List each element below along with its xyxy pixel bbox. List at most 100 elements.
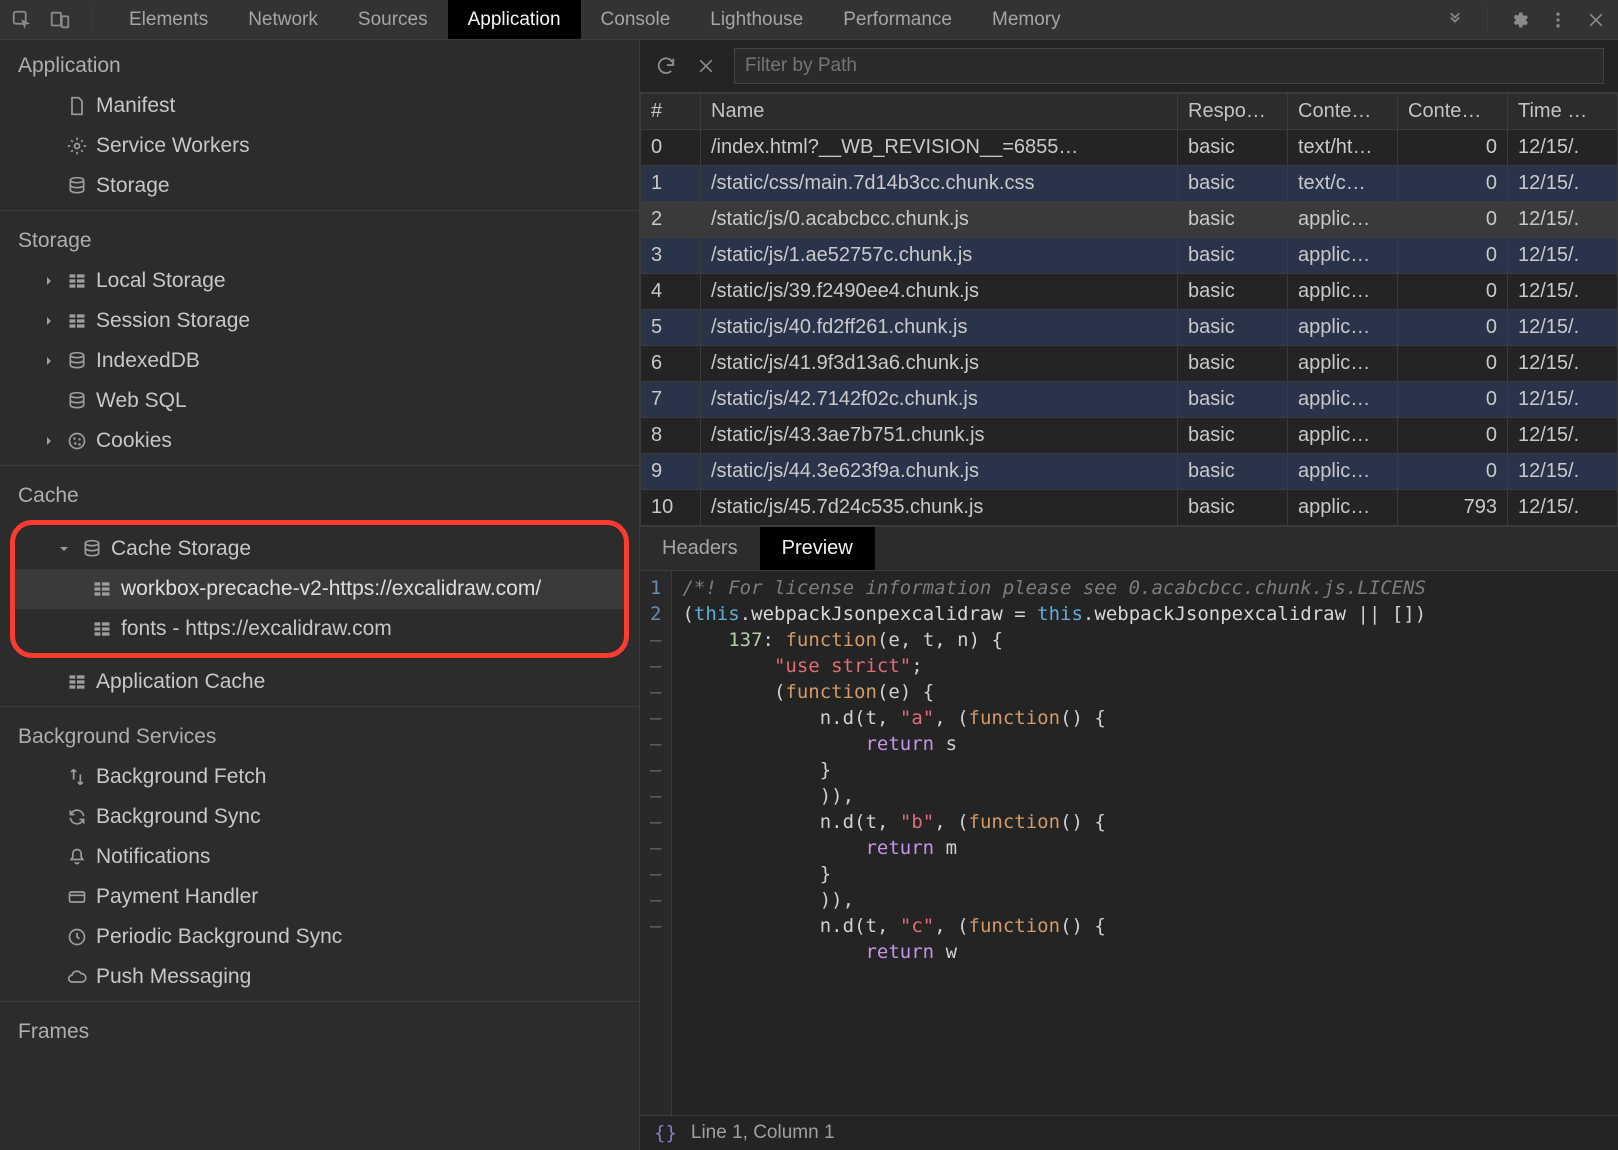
column-header[interactable]: Time … (1508, 94, 1618, 130)
cell-time: 12/15/. (1508, 490, 1618, 526)
table-row[interactable]: 5/static/js/40.fd2ff261.chunk.jsbasicapp… (641, 310, 1618, 346)
cell-name: /index.html?__WB_REVISION__=6855… (701, 130, 1178, 166)
table-row[interactable]: 0/index.html?__WB_REVISION__=6855…basict… (641, 130, 1618, 166)
cell-name: /static/js/42.7142f02c.chunk.js (701, 382, 1178, 418)
tab-elements[interactable]: Elements (109, 0, 228, 39)
tree-item-label: Web SQL (96, 385, 187, 417)
tree-item[interactable]: Local Storage (0, 261, 639, 301)
more-tabs-icon[interactable] (1443, 8, 1467, 32)
tab-lighthouse[interactable]: Lighthouse (690, 0, 823, 39)
tree-item[interactable]: fonts - https://excalidraw.com (15, 609, 624, 649)
refresh-icon[interactable] (654, 54, 678, 78)
kebab-icon[interactable] (1546, 8, 1570, 32)
sub-tab-headers[interactable]: Headers (640, 527, 760, 570)
settings-icon[interactable] (1508, 8, 1532, 32)
filter-bar (640, 40, 1618, 93)
tree-item[interactable]: Cache Storage (15, 529, 624, 569)
cell-resp: basic (1178, 238, 1288, 274)
code-gutter: 1 2 — — — — — — — — — — — — (640, 571, 672, 1115)
cell-resp: basic (1178, 202, 1288, 238)
column-header[interactable]: # (641, 94, 701, 130)
cell-resp: basic (1178, 382, 1288, 418)
grid-icon (66, 310, 88, 332)
cell-resp: basic (1178, 346, 1288, 382)
cell-time: 12/15/. (1508, 454, 1618, 490)
table-row[interactable]: 6/static/js/41.9f3d13a6.chunk.jsbasicapp… (641, 346, 1618, 382)
code-preview: 1 2 — — — — — — — — — — — — /*! For lice… (640, 571, 1618, 1115)
table-row[interactable]: 9/static/js/44.3e623f9a.chunk.jsbasicapp… (641, 454, 1618, 490)
tree-item[interactable]: Application Cache (0, 662, 639, 702)
table-row[interactable]: 4/static/js/39.f2490ee4.chunk.jsbasicapp… (641, 274, 1618, 310)
filter-input[interactable] (734, 48, 1604, 84)
tab-network[interactable]: Network (228, 0, 338, 39)
table-row[interactable]: 10/static/js/45.7d24c535.chunk.jsbasicap… (641, 490, 1618, 526)
tree-item-label: Background Sync (96, 801, 261, 833)
cell-clen: 0 (1398, 130, 1508, 166)
column-header[interactable]: Conte… (1398, 94, 1508, 130)
pretty-print-icon[interactable]: {} (654, 1122, 677, 1144)
expander-icon (44, 356, 58, 366)
cell-idx: 9 (641, 454, 701, 490)
table-row[interactable]: 2/static/js/0.acabcbcc.chunk.jsbasicappl… (641, 202, 1618, 238)
tree-item[interactable]: Web SQL (0, 381, 639, 421)
tree-item[interactable]: Cookies (0, 421, 639, 461)
tree-item[interactable]: Service Workers (0, 126, 639, 166)
tree-item[interactable]: IndexedDB (0, 341, 639, 381)
tree-item-label: fonts - https://excalidraw.com (121, 613, 392, 645)
column-header[interactable]: Respo… (1178, 94, 1288, 130)
tree-item[interactable]: Background Sync (0, 797, 639, 837)
tree-item[interactable]: Storage (0, 166, 639, 206)
bell-icon (66, 846, 88, 868)
cell-clen: 0 (1398, 274, 1508, 310)
tab-sources[interactable]: Sources (338, 0, 448, 39)
cell-ctype: text/ht… (1288, 130, 1398, 166)
tree-item[interactable]: Push Messaging (0, 957, 639, 997)
cell-ctype: applic… (1288, 454, 1398, 490)
device-toggle-icon[interactable] (48, 8, 72, 32)
tree-item[interactable]: workbox-precache-v2-https://excalidraw.c… (15, 569, 624, 609)
inspect-icon[interactable] (10, 8, 34, 32)
tree-item[interactable]: Payment Handler (0, 877, 639, 917)
tab-application[interactable]: Application (448, 0, 581, 39)
cell-clen: 0 (1398, 382, 1508, 418)
cell-idx: 1 (641, 166, 701, 202)
tab-performance[interactable]: Performance (823, 0, 972, 39)
toolbar-left (0, 0, 109, 39)
column-header[interactable]: Name (701, 94, 1178, 130)
cell-time: 12/15/. (1508, 274, 1618, 310)
cookie-icon (66, 430, 88, 452)
cursor-position: Line 1, Column 1 (691, 1122, 835, 1144)
sub-tab-preview[interactable]: Preview (760, 527, 875, 570)
cache-detail-pane: #NameRespo…Conte…Conte…Time …0/index.htm… (640, 40, 1618, 1150)
file-icon (66, 95, 88, 117)
cell-ctype: applic… (1288, 418, 1398, 454)
tree-item[interactable]: Session Storage (0, 301, 639, 341)
grid-icon (66, 671, 88, 693)
devtools-toolbar: ElementsNetworkSourcesApplicationConsole… (0, 0, 1618, 40)
cache-table: #NameRespo…Conte…Conte…Time …0/index.htm… (640, 93, 1618, 526)
tree-item[interactable]: Background Fetch (0, 757, 639, 797)
cell-time: 12/15/. (1508, 238, 1618, 274)
table-row[interactable]: 8/static/js/43.3ae7b751.chunk.jsbasicapp… (641, 418, 1618, 454)
gear-icon (66, 135, 88, 157)
table-row[interactable]: 1/static/css/main.7d14b3cc.chunk.cssbasi… (641, 166, 1618, 202)
close-icon[interactable] (1584, 8, 1608, 32)
tree-item[interactable]: Periodic Background Sync (0, 917, 639, 957)
cell-idx: 10 (641, 490, 701, 526)
cell-clen: 0 (1398, 202, 1508, 238)
cell-resp: basic (1178, 310, 1288, 346)
tab-console[interactable]: Console (581, 0, 691, 39)
database-icon (66, 175, 88, 197)
section-title: Storage (0, 215, 639, 261)
tree-item[interactable]: Manifest (0, 86, 639, 126)
cell-resp: basic (1178, 490, 1288, 526)
table-row[interactable]: 3/static/js/1.ae52757c.chunk.jsbasicappl… (641, 238, 1618, 274)
section-title: Frames (0, 1006, 639, 1052)
database-icon (81, 538, 103, 560)
tab-memory[interactable]: Memory (972, 0, 1081, 39)
section-title: Application (0, 40, 639, 86)
tree-item[interactable]: Notifications (0, 837, 639, 877)
column-header[interactable]: Conte… (1288, 94, 1398, 130)
table-row[interactable]: 7/static/js/42.7142f02c.chunk.jsbasicapp… (641, 382, 1618, 418)
clear-icon[interactable] (694, 54, 718, 78)
